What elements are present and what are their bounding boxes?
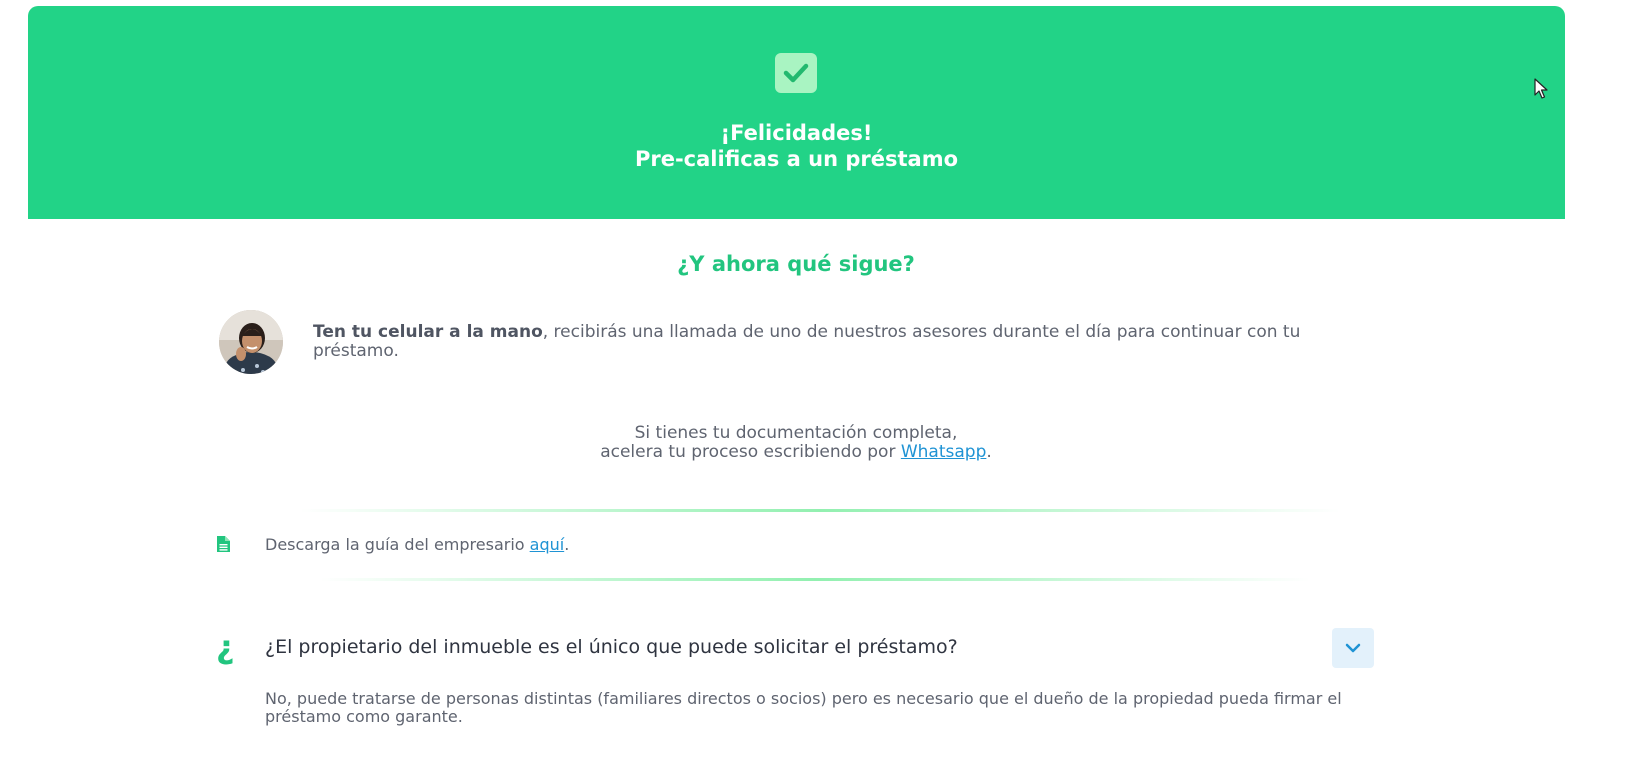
success-title-line1: ¡Felicidades! — [720, 121, 873, 145]
faq-question[interactable]: ¿El propietario del inmueble es el único… — [265, 635, 958, 659]
document-icon — [217, 536, 230, 552]
faq-answer: No, puede tratarse de personas distintas… — [265, 689, 1342, 726]
check-icon — [775, 53, 817, 93]
call-message-bold: Ten tu celular a la mano — [313, 322, 543, 342]
success-title-line2: Pre-calificas a un préstamo — [634, 147, 959, 171]
whatsapp-line2-prefix: acelera tu proceso escribiendo por — [600, 442, 901, 462]
chevron-down-icon — [1345, 643, 1361, 653]
guide-download-link[interactable]: aquí — [530, 535, 565, 554]
advisor-call-message: Ten tu celular a la mano, recibirás una … — [313, 323, 1323, 361]
whatsapp-link[interactable]: Whatsapp — [901, 442, 987, 462]
whatsapp-line2: acelera tu proceso escribiendo por Whats… — [0, 443, 1592, 462]
whatsapp-message: Si tienes tu documentación completa, ace… — [0, 424, 1592, 462]
mouse-cursor-icon — [1534, 78, 1548, 99]
guide-download-text: Descarga la guía del empresario aquí. — [265, 533, 569, 557]
question-mark-icon: ¿ — [216, 628, 235, 666]
guide-suffix: . — [564, 535, 570, 554]
whatsapp-line2-suffix: . — [986, 442, 992, 462]
guide-prefix: Descarga la guía del empresario — [265, 535, 530, 554]
advisor-avatar — [219, 310, 283, 374]
faq-toggle-button[interactable] — [1332, 628, 1374, 668]
section-divider — [300, 509, 1340, 512]
whatsapp-line1: Si tienes tu documentación completa, — [634, 423, 958, 443]
section-divider — [320, 578, 1310, 581]
next-steps-title: ¿Y ahora qué sigue? — [677, 252, 915, 276]
success-title: ¡Felicidades! Pre-calificas a un préstam… — [28, 120, 1565, 172]
success-banner: ¡Felicidades! Pre-calificas a un préstam… — [28, 6, 1565, 219]
